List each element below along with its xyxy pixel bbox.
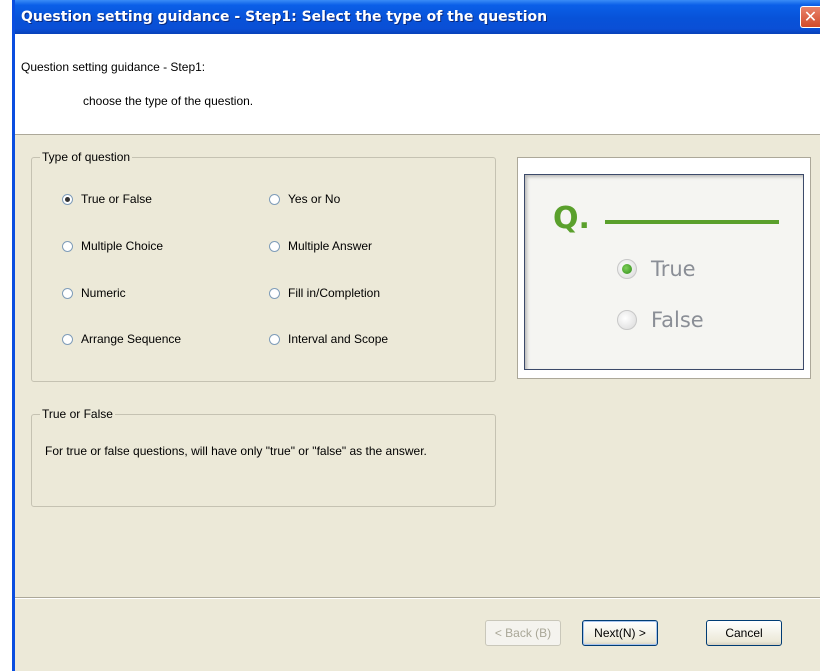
header-step-instruction: choose the type of the question.: [83, 94, 254, 108]
preview-option-true: True: [617, 257, 696, 281]
cancel-button[interactable]: Cancel: [706, 620, 782, 646]
preview-image: Q. True False: [524, 174, 804, 370]
description-group: True or False For true or false question…: [31, 407, 496, 507]
close-icon[interactable]: ✕: [800, 6, 820, 28]
option-true-or-false[interactable]: True or False: [62, 192, 152, 206]
window-title: Question setting guidance - Step1: Selec…: [21, 9, 548, 25]
option-label: Fill in/Completion: [288, 286, 381, 300]
option-multiple-answer[interactable]: Multiple Answer: [269, 239, 372, 253]
option-interval-and-scope[interactable]: Interval and Scope: [269, 332, 388, 346]
radio-icon[interactable]: [269, 333, 280, 345]
next-button[interactable]: Next(N) >: [582, 620, 658, 646]
option-label: Interval and Scope: [288, 332, 389, 346]
option-fill-in-completion[interactable]: Fill in/Completion: [269, 286, 380, 300]
back-button[interactable]: < Back (B): [485, 620, 561, 646]
preview-option-false: False: [617, 308, 704, 332]
preview-option-label: False: [651, 308, 704, 332]
radio-icon[interactable]: [269, 240, 280, 252]
radio-icon[interactable]: [269, 193, 280, 205]
preview-panel: Q. True False: [517, 157, 811, 379]
radio-icon[interactable]: [62, 240, 73, 252]
option-label: Yes or No: [288, 192, 341, 206]
radio-icon[interactable]: [62, 193, 73, 205]
option-numeric[interactable]: Numeric: [62, 286, 126, 300]
preview-radio-selected-icon: [617, 259, 637, 279]
wizard-header: Question setting guidance - Step1: choos…: [15, 34, 820, 135]
preview-q-mark: Q.: [553, 201, 590, 236]
footer-divider: [15, 597, 820, 599]
option-label: Multiple Choice: [81, 239, 164, 253]
option-multiple-choice[interactable]: Multiple Choice: [62, 239, 163, 253]
preview-question-line: [605, 220, 779, 224]
question-type-group: Type of question True or False Yes or No…: [31, 150, 496, 382]
radio-icon[interactable]: [62, 333, 73, 345]
preview-option-label: True: [651, 257, 696, 281]
title-bar[interactable]: Question setting guidance - Step1: Selec…: [15, 0, 820, 34]
preview-radio-icon: [617, 310, 637, 330]
option-label: Numeric: [81, 286, 126, 300]
radio-icon[interactable]: [269, 287, 280, 299]
wizard-window: Question setting guidance - Step1: Selec…: [12, 0, 820, 671]
option-label: Arrange Sequence: [81, 332, 182, 346]
question-type-legend: Type of question: [40, 150, 133, 164]
radio-icon[interactable]: [62, 287, 73, 299]
option-arrange-sequence[interactable]: Arrange Sequence: [62, 332, 181, 346]
option-yes-or-no[interactable]: Yes or No: [269, 192, 340, 206]
option-label: True or False: [81, 192, 152, 206]
description-text: For true or false questions, will have o…: [45, 444, 427, 458]
option-label: Multiple Answer: [288, 239, 373, 253]
header-step-title: Question setting guidance - Step1:: [21, 60, 206, 74]
description-legend: True or False: [40, 407, 115, 421]
